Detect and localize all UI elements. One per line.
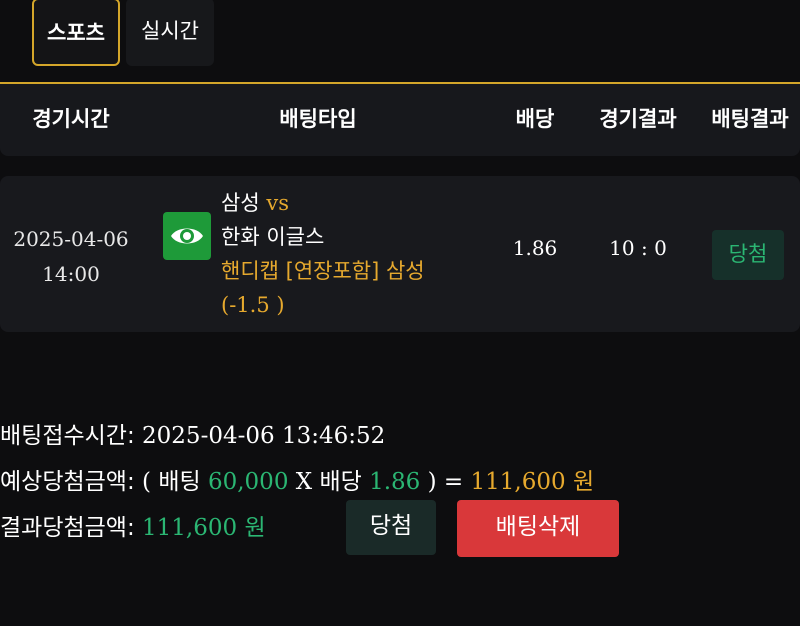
result-amount: 111,600 — [142, 515, 238, 541]
away-team: 한화 이글스 — [221, 225, 325, 249]
table-row: 2025-04-06 14:00 삼성 vs 한화 이글스 핸디캡 [연장포함]… — [0, 176, 800, 332]
received-time-value: 2025-04-06 13:46:52 — [142, 423, 386, 449]
game-date: 2025-04-06 — [13, 227, 129, 251]
times-sign: X — [295, 469, 313, 495]
tab-sports[interactable]: 스포츠 — [32, 0, 120, 66]
expected-currency: 원 — [572, 469, 595, 495]
received-time-label: 배팅접수시간: — [0, 423, 135, 449]
handicap-value: (-1.5 ) — [221, 293, 285, 317]
odds-label: 배당 — [319, 469, 362, 495]
result-win-label: 결과당첨금액: — [0, 515, 135, 541]
bet-type-cell: 삼성 vs 한화 이글스 핸디캡 [연장포함] 삼성 (-1.5 ) — [221, 186, 425, 322]
eye-icon — [171, 228, 203, 244]
table-header: 경기시간 배팅타입 배당 경기결과 배팅결과 — [0, 84, 800, 156]
header-bet-type: 배팅타입 — [279, 107, 357, 131]
summary-odds: 1.86 — [369, 469, 421, 495]
header-bet-result: 배팅결과 — [711, 107, 789, 131]
header-game-result: 경기결과 — [599, 107, 677, 131]
home-team: 삼성 — [221, 191, 260, 215]
watch-button[interactable] — [163, 212, 211, 260]
header-odds: 배당 — [515, 107, 555, 131]
stake-label: 배팅 — [158, 469, 201, 495]
tab-live[interactable]: 실시간 — [126, 0, 214, 66]
category-tabs: 스포츠 실시간 — [0, 0, 800, 84]
bet-result-badge: 당첨 — [712, 230, 784, 280]
stake-amount: 60,000 — [207, 469, 289, 495]
game-score: 10 : 0 — [609, 236, 667, 260]
win-button[interactable]: 당첨 — [346, 500, 436, 555]
close-equals: ) = — [427, 469, 464, 495]
bet-pick: 핸디캡 [연장포함] 삼성 — [221, 259, 425, 283]
delete-bet-button[interactable]: 배팅삭제 — [457, 500, 619, 557]
expected-win-label: 예상당첨금액: — [0, 469, 135, 495]
odds-value: 1.86 — [512, 236, 558, 260]
header-time: 경기시간 — [32, 107, 110, 131]
open-paren: ( — [142, 469, 152, 495]
expected-win-line: 예상당첨금액: ( 배팅 60,000 X 배당 1.86 ) = 111,60… — [0, 462, 594, 496]
expected-amount: 111,600 — [470, 469, 566, 495]
game-time: 14:00 — [42, 262, 100, 286]
result-win-line: 결과당첨금액: 111,600 원 — [0, 508, 266, 542]
game-datetime: 2025-04-06 14:00 — [0, 222, 142, 292]
match-line: 삼성 vs — [221, 186, 425, 220]
vs-label: vs — [266, 191, 289, 215]
received-time-line: 배팅접수시간: 2025-04-06 13:46:52 — [0, 416, 385, 450]
result-currency: 원 — [244, 515, 266, 541]
